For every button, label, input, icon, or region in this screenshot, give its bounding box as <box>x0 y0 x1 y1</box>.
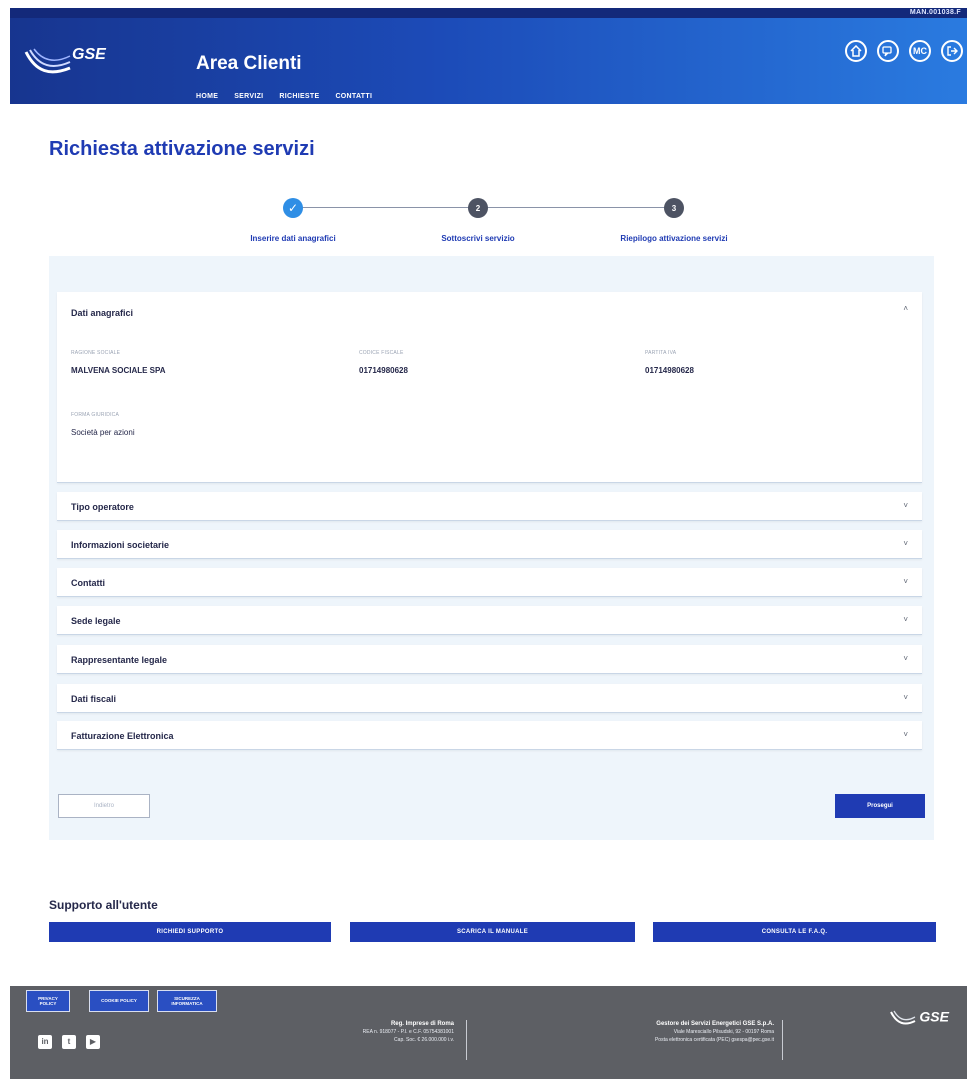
step-3-label: Riepilogo attivazione servizi <box>620 234 728 243</box>
footer-logo-text: GSE <box>919 1008 949 1025</box>
section-title: Dati anagrafici <box>71 308 134 318</box>
chevron-down-icon[interactable]: ˅ <box>903 730 908 739</box>
stepper: ✓ 2 3 Inserire dati anagrafici Sottoscri… <box>0 196 967 256</box>
youtube-icon[interactable]: ▶ <box>86 1035 100 1049</box>
security-link[interactable]: SICUREZZA INFORMATICA <box>157 990 217 1012</box>
section-tipo-operatore[interactable]: Tipo operatore ˅ <box>57 492 922 521</box>
gse-wave-icon <box>24 48 71 74</box>
section-informazioni-societarie[interactable]: Informazioni societarie ˅ <box>57 530 922 559</box>
next-button[interactable]: Prosegui <box>835 794 925 818</box>
user-code[interactable]: MAN.001038.F <box>910 9 961 16</box>
chevron-down-icon[interactable]: ˅ <box>903 577 908 586</box>
footer-gse-logo: GSE <box>889 1008 949 1028</box>
section-title: Tipo operatore <box>71 502 134 512</box>
field-label-codice-fiscale: CODICE FISCALE <box>359 350 404 356</box>
gse-logo[interactable]: GSE <box>24 46 106 80</box>
footer-divider <box>782 1020 783 1060</box>
section-dati-fiscali[interactable]: Dati fiscali ˅ <box>57 684 922 713</box>
faq-button[interactable]: CONSULTA LE F.A.Q. <box>653 922 936 942</box>
main-nav: HOME SERVIZI RICHIESTE CONTATTI <box>196 93 372 100</box>
linkedin-icon[interactable]: in <box>38 1035 52 1049</box>
footer-company: Gestore dei Servizi Energetici GSE S.p.A… <box>518 1020 774 1044</box>
chevron-up-icon[interactable]: ˄ <box>903 304 908 313</box>
section-title: Dati fiscali <box>71 694 117 704</box>
step-2-label: Sottoscrivi servizio <box>441 234 515 243</box>
chevron-down-icon[interactable]: ˅ <box>903 615 908 624</box>
section-fatturazione-elettronica[interactable]: Fatturazione Elettronica ˅ <box>57 721 922 750</box>
nav-home[interactable]: HOME <box>196 93 218 100</box>
cookie-policy-link[interactable]: COOKIE POLICY <box>89 990 149 1012</box>
footer-divider <box>466 1020 467 1060</box>
twitter-icon[interactable]: t <box>62 1035 76 1049</box>
company-title: Gestore dei Servizi Energetici GSE S.p.A… <box>656 1021 774 1027</box>
nav-richieste[interactable]: RICHIESTE <box>279 93 319 100</box>
header-top-strip: MAN.001038.F <box>10 8 967 18</box>
field-label-ragione-sociale: RAGIONE SOCIALE <box>71 350 121 356</box>
request-support-button[interactable]: RICHIEDI SUPPORTO <box>49 922 331 942</box>
privacy-policy-link[interactable]: PRIVACY POLICY <box>26 990 70 1012</box>
company-line-2: Posta elettronica certificata (PEC) gses… <box>654 1036 774 1043</box>
download-manual-button[interactable]: SCARICA IL MANUALE <box>350 922 635 942</box>
page-title: Richiesta attivazione servizi <box>49 138 315 160</box>
field-label-partita-iva: PARTITA IVA <box>645 350 677 356</box>
mc-icon[interactable]: MC <box>909 40 931 62</box>
registry-line-1: REA n. 918077 - P.I. e C.F. 05754381001 <box>362 1029 454 1035</box>
footer-registry: Reg. Imprese di Roma REA n. 918077 - P.I… <box>256 1020 454 1044</box>
field-value-codice-fiscale: 01714980628 <box>359 366 408 375</box>
section-sede-legale[interactable]: Sede legale ˅ <box>57 606 922 635</box>
app-title: Area Clienti <box>196 53 302 74</box>
stepper-line-2 <box>486 207 672 208</box>
section-dati-anagrafici[interactable]: Dati anagrafici ˄ RAGIONE SOCIALE MALVEN… <box>57 292 922 483</box>
section-title: Fatturazione Elettronica <box>71 731 174 741</box>
field-value-forma-giuridica: Società per azioni <box>71 428 135 437</box>
home-icon[interactable] <box>845 40 867 62</box>
registry-line-2: Cap. Soc. € 26.000.000 i.v. <box>394 1036 454 1043</box>
logout-icon[interactable] <box>941 40 963 62</box>
step-1-check-icon: ✓ <box>283 198 303 218</box>
gse-wave-icon <box>889 1010 915 1025</box>
support-title: Supporto all'utente <box>49 898 158 912</box>
section-title: Sede legale <box>71 616 121 626</box>
header-icons: MC <box>845 40 963 62</box>
field-value-ragione-sociale: MALVENA SOCIALE SPA <box>71 366 166 375</box>
chat-icon[interactable] <box>877 40 899 62</box>
chevron-down-icon[interactable]: ˅ <box>903 539 908 548</box>
step-2-dot: 2 <box>468 198 488 218</box>
step-1-label: Inserire dati anagrafici <box>250 234 336 243</box>
field-value-partita-iva: 01714980628 <box>645 366 694 375</box>
section-rappresentante-legale[interactable]: Rappresentante legale ˅ <box>57 645 922 674</box>
logo-text: GSE <box>72 46 106 63</box>
section-title: Contatti <box>71 578 105 588</box>
chevron-down-icon[interactable]: ˅ <box>903 654 908 663</box>
header-bar: MAN.001038.F GSE Area Clienti HOME SERVI… <box>10 8 967 104</box>
footer: PRIVACY POLICY COOKIE POLICY SICUREZZA I… <box>10 986 967 1079</box>
field-label-forma-giuridica: FORMA GIURIDICA <box>71 412 120 418</box>
nav-servizi[interactable]: SERVIZI <box>234 93 263 100</box>
registry-title: Reg. Imprese di Roma <box>390 1021 454 1027</box>
chevron-down-icon[interactable]: ˅ <box>903 501 908 510</box>
section-title: Rappresentante legale <box>71 655 168 665</box>
company-line-1: Viale Maresciallo Pilsudski, 92 - 00197 … <box>673 1029 774 1035</box>
nav-contatti[interactable]: CONTATTI <box>335 93 372 100</box>
chevron-down-icon[interactable]: ˅ <box>903 693 908 702</box>
form-panel: Dati anagrafici ˄ RAGIONE SOCIALE MALVEN… <box>49 256 934 840</box>
step-3-dot: 3 <box>664 198 684 218</box>
section-contatti[interactable]: Contatti ˅ <box>57 568 922 597</box>
back-button[interactable]: Indietro <box>58 794 150 818</box>
stepper-line-1 <box>296 207 476 208</box>
section-title: Informazioni societarie <box>71 540 170 550</box>
